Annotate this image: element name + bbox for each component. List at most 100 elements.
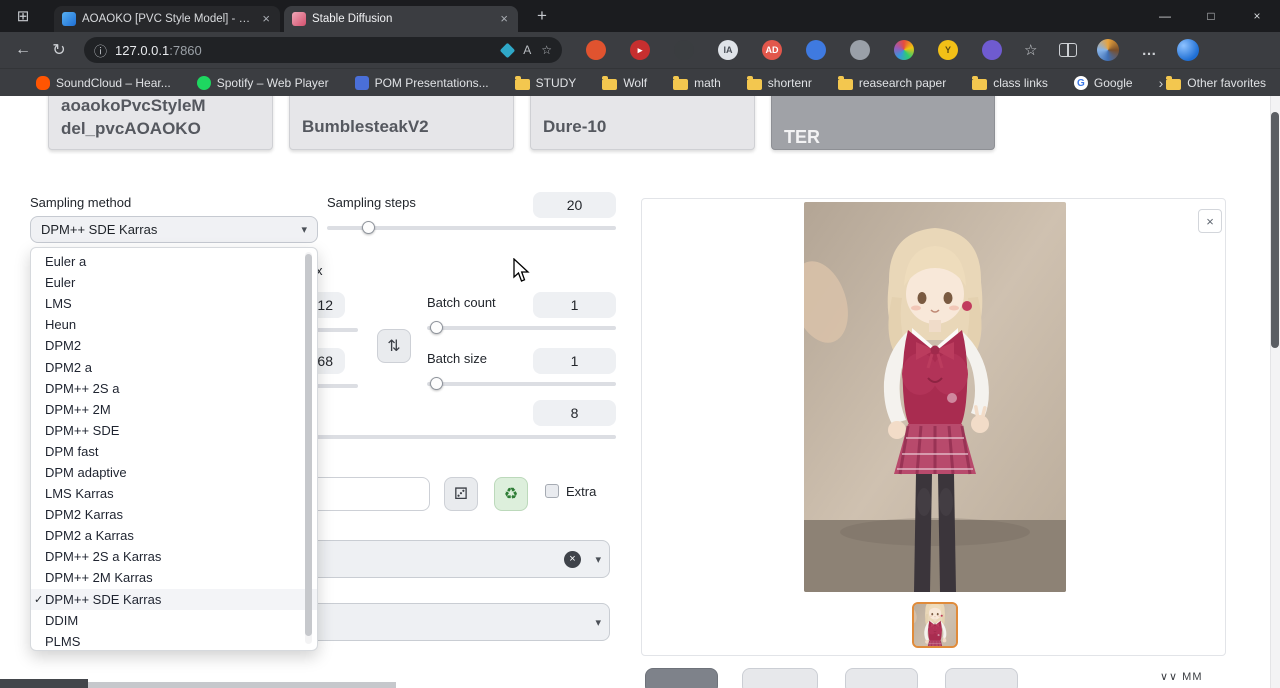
batch-count-input[interactable]: 1 bbox=[533, 292, 616, 318]
sampler-option[interactable]: DPM2 Karras bbox=[31, 504, 317, 525]
tab-aoaoko[interactable]: AOAOKO [PVC Style Model] - PV... × bbox=[54, 6, 280, 32]
model-card-bumblesteak[interactable]: BumblesteakV2 bbox=[289, 96, 514, 150]
tab-stable-diffusion[interactable]: Stable Diffusion × bbox=[284, 6, 518, 32]
zip-button[interactable] bbox=[742, 668, 818, 688]
send-to-img2img-button[interactable] bbox=[845, 668, 918, 688]
sampling-steps-input[interactable]: 20 bbox=[533, 192, 616, 218]
split-screen-icon[interactable] bbox=[1059, 43, 1077, 57]
sampler-option[interactable]: DPM++ SDE bbox=[31, 420, 317, 441]
sampler-option[interactable]: DPM++ 2M Karras bbox=[31, 567, 317, 588]
read-aloud-icon[interactable]: A bbox=[523, 43, 531, 57]
model-card-ter[interactable]: TER bbox=[771, 96, 995, 150]
favorite-star-icon[interactable]: ☆ bbox=[541, 43, 552, 57]
favorites-bar-icon[interactable]: ☆ bbox=[1024, 41, 1037, 59]
new-tab-button[interactable]: + bbox=[530, 6, 554, 26]
tab-close-icon[interactable]: × bbox=[260, 11, 272, 26]
bookmark-item[interactable]: SoundCloud – Hear... bbox=[36, 76, 171, 90]
sampler-option[interactable]: DPM++ 2S a Karras bbox=[31, 546, 317, 567]
shopping-tag-icon[interactable] bbox=[500, 42, 516, 58]
slider-thumb[interactable] bbox=[430, 377, 443, 390]
bookmark-label: class links bbox=[993, 76, 1048, 90]
sampler-option[interactable]: DPM fast bbox=[31, 441, 317, 462]
bookmark-item[interactable]: GGoogle bbox=[1074, 76, 1133, 90]
sampler-option[interactable]: DPM adaptive bbox=[31, 462, 317, 483]
horizontal-scrollbar-thumb[interactable] bbox=[88, 682, 396, 688]
close-window-button[interactable]: × bbox=[1234, 0, 1280, 32]
purple-ext-icon[interactable] bbox=[982, 40, 1002, 60]
bookmark-item[interactable]: Wolf bbox=[602, 76, 647, 90]
orange-red-ext-icon[interactable] bbox=[586, 40, 606, 60]
sampler-option[interactable]: DPM++ 2S a bbox=[31, 378, 317, 399]
sampler-option[interactable]: LMS Karras bbox=[31, 483, 317, 504]
close-gallery-button[interactable]: × bbox=[1198, 209, 1222, 233]
sampler-option[interactable]: DPM2 bbox=[31, 335, 317, 356]
random-seed-dice-button[interactable]: ⚂ bbox=[444, 477, 478, 511]
bottom-note: ∨∨ MM bbox=[1160, 670, 1203, 683]
multicolor-ext-icon[interactable] bbox=[894, 40, 914, 60]
bookmark-item[interactable]: math bbox=[673, 76, 721, 90]
gallery-thumbnail[interactable] bbox=[912, 602, 958, 648]
blue-ext-icon[interactable] bbox=[806, 40, 826, 60]
cfg-scale-input[interactable]: 8 bbox=[533, 400, 616, 426]
site-info-icon[interactable]: ⓘ bbox=[94, 41, 107, 60]
copilot-icon[interactable] bbox=[1177, 39, 1199, 61]
slider-thumb[interactable] bbox=[362, 221, 375, 234]
clear-selection-icon[interactable]: × bbox=[564, 551, 581, 568]
refresh-button[interactable]: ↻ bbox=[46, 40, 72, 60]
ia-ext-icon[interactable]: IA bbox=[718, 40, 738, 60]
batch-size-slider[interactable] bbox=[427, 382, 616, 386]
tab-actions-button[interactable]: ⊞ bbox=[10, 5, 36, 27]
batch-size-input[interactable]: 1 bbox=[533, 348, 616, 374]
sampler-option[interactable]: DPM2 a bbox=[31, 356, 317, 377]
sampler-option[interactable]: Euler bbox=[31, 272, 317, 293]
bookmark-item[interactable]: STUDY bbox=[515, 76, 577, 90]
sampling-steps-slider[interactable] bbox=[327, 226, 616, 230]
dark-ext-icon[interactable] bbox=[674, 40, 694, 60]
bookmark-item[interactable]: Spotify – Web Player bbox=[197, 76, 329, 90]
batch-count-slider[interactable] bbox=[427, 326, 616, 330]
model-card-dure10[interactable]: Dure-10 bbox=[530, 96, 755, 150]
sampler-option-label: DPM2 a Karras bbox=[45, 528, 134, 543]
horizontal-scrollbar-dark-segment[interactable] bbox=[0, 679, 88, 688]
address-bar[interactable]: ⓘ 127.0.0.1:7860 A ☆ bbox=[84, 37, 562, 63]
swap-dimensions-button[interactable]: ⇅ bbox=[377, 329, 411, 363]
ad-ext-icon[interactable]: AD bbox=[762, 40, 782, 60]
sampler-option[interactable]: Euler a bbox=[31, 251, 317, 272]
other-favorites[interactable]: Other favorites bbox=[1166, 76, 1266, 90]
back-button[interactable]: ← bbox=[10, 41, 36, 59]
sampler-option[interactable]: ✓DPM++ SDE Karras bbox=[31, 589, 317, 610]
red-play-ext-icon[interactable]: ▸ bbox=[630, 40, 650, 60]
slider-thumb[interactable] bbox=[430, 321, 443, 334]
send-to-inpaint-button[interactable] bbox=[945, 668, 1018, 688]
bookmark-label: Wolf bbox=[623, 76, 647, 90]
bookmark-item[interactable]: shortenr bbox=[747, 76, 812, 90]
sampler-option[interactable]: DPM2 a Karras bbox=[31, 525, 317, 546]
profile-avatar[interactable] bbox=[1097, 39, 1119, 61]
sampler-option[interactable]: DDIM bbox=[31, 610, 317, 631]
sampler-option[interactable]: DPM++ 2M bbox=[31, 399, 317, 420]
model-card-aoaoko[interactable]: aoaokoPvcStyleM del_pvcAOAOKO bbox=[48, 96, 273, 150]
sampler-option[interactable]: Heun bbox=[31, 314, 317, 335]
bookmark-item[interactable]: reasearch paper bbox=[838, 76, 946, 90]
yellow-ext-icon[interactable]: Y bbox=[938, 40, 958, 60]
sampler-option[interactable]: LMS bbox=[31, 293, 317, 314]
generated-image[interactable] bbox=[804, 202, 1066, 592]
sampler-option-label: DPM++ 2S a Karras bbox=[45, 549, 161, 564]
extra-seed-checkbox[interactable] bbox=[545, 484, 559, 498]
browser-window: ⊞ AOAOKO [PVC Style Model] - PV... × Sta… bbox=[0, 0, 1280, 688]
more-menu-icon[interactable]: … bbox=[1141, 42, 1157, 59]
pin-ext-icon[interactable] bbox=[850, 40, 870, 60]
bookmark-item[interactable]: class links bbox=[972, 76, 1048, 90]
sampler-option[interactable]: PLMS bbox=[31, 631, 317, 652]
minimize-button[interactable]: — bbox=[1142, 0, 1188, 32]
maximize-button[interactable]: □ bbox=[1188, 0, 1234, 32]
bookmarks-overflow-icon[interactable]: › bbox=[1159, 75, 1164, 91]
save-button[interactable] bbox=[645, 668, 718, 688]
page-content: aoaokoPvcStyleM del_pvcAOAOKO Bumblestea… bbox=[0, 96, 1280, 688]
vertical-scrollbar-thumb[interactable] bbox=[1271, 112, 1279, 348]
sampling-method-dropdown[interactable]: DPM++ SDE Karras ▾ bbox=[30, 216, 318, 243]
reuse-seed-recycle-button[interactable]: ♻ bbox=[494, 477, 528, 511]
tab-close-icon[interactable]: × bbox=[498, 11, 510, 26]
bookmark-item[interactable]: POM Presentations... bbox=[355, 76, 489, 90]
dropdown-scrollbar-thumb[interactable] bbox=[305, 254, 312, 636]
